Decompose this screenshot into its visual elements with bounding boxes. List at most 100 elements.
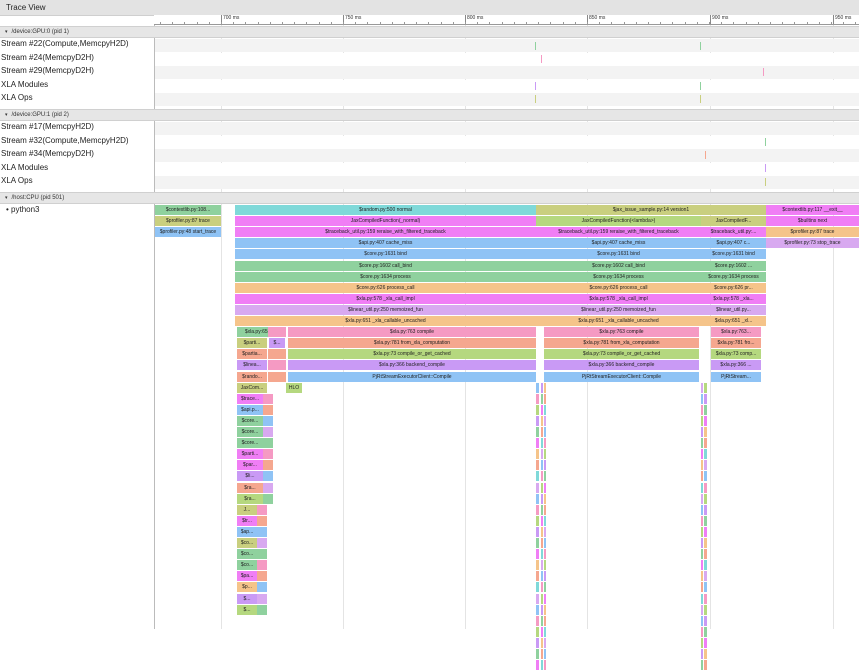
trace-event[interactable]: $parti... (237, 449, 263, 460)
trace-event-sliver[interactable] (701, 593, 703, 604)
gpu-event-mark[interactable] (700, 42, 701, 50)
trace-event[interactable]: HLO (286, 382, 302, 393)
trace-event[interactable]: $xla.py:73 comp... (711, 349, 761, 360)
trace-event-sliver[interactable] (704, 538, 707, 548)
trace-event-sliver[interactable] (536, 393, 539, 404)
trace-event-sliver[interactable] (536, 482, 539, 493)
trace-event-sliver[interactable] (701, 415, 703, 426)
gpu-event-mark[interactable] (765, 138, 766, 146)
trace-event[interactable]: $profiler.py:87 trace (155, 216, 221, 227)
trace-event[interactable]: $core.py:1634 process (235, 271, 536, 282)
trace-event[interactable]: $core.py:1602 ... (701, 260, 766, 271)
trace-event-sliver[interactable] (536, 549, 539, 560)
trace-event[interactable] (263, 415, 273, 426)
trace-event-sliver[interactable] (544, 460, 546, 471)
trace-event-sliver[interactable] (544, 649, 546, 659)
trace-event-sliver[interactable] (536, 460, 539, 471)
trace-event-sliver[interactable] (544, 504, 546, 515)
trace-event-sliver[interactable] (544, 615, 546, 626)
trace-event-sliver[interactable] (701, 438, 703, 449)
trace-event-sliver[interactable] (536, 382, 539, 393)
trace-event-sliver[interactable] (704, 549, 707, 560)
trace-event-sliver[interactable] (701, 660, 703, 670)
trace-event-sliver[interactable] (701, 393, 703, 404)
collapse-arrow-icon[interactable]: ▾ (5, 195, 8, 201)
trace-event[interactable]: $core.py:626 pr... (701, 282, 766, 293)
trace-event-sliver[interactable] (536, 449, 539, 460)
trace-event-sliver[interactable] (704, 660, 707, 670)
trace-event[interactable]: $contextlib.py:108... (155, 205, 221, 215)
trace-event-sliver[interactable] (541, 382, 543, 393)
trace-event-sliver[interactable] (544, 582, 546, 593)
trace-event-sliver[interactable] (701, 637, 703, 648)
trace-event[interactable] (257, 560, 267, 571)
collapse-arrow-icon[interactable]: ▾ (5, 29, 8, 35)
trace-event-sliver[interactable] (704, 504, 707, 515)
trace-event[interactable]: $core... (237, 438, 263, 449)
trace-event[interactable]: $xla.py:366 backend_compile (544, 360, 699, 371)
trace-event-sliver[interactable] (544, 449, 546, 460)
trace-event-sliver[interactable] (701, 382, 703, 393)
trace-event[interactable]: $random.py:500 normal (235, 205, 536, 215)
trace-event-sliver[interactable] (541, 626, 543, 637)
trace-event-sliver[interactable] (541, 415, 543, 426)
trace-event-sliver[interactable] (704, 615, 707, 626)
trace-event-sliver[interactable] (541, 427, 543, 437)
trace-event[interactable] (257, 504, 267, 515)
trace-event-sliver[interactable] (704, 526, 707, 537)
trace-event-sliver[interactable] (701, 449, 703, 460)
trace-event-sliver[interactable] (704, 427, 707, 437)
trace-event[interactable] (268, 327, 286, 338)
trace-event[interactable] (263, 438, 273, 449)
trace-event-sliver[interactable] (544, 549, 546, 560)
trace-event-sliver[interactable] (704, 604, 707, 615)
trace-event[interactable]: $core... (237, 415, 263, 426)
trace-event[interactable]: $linea... (237, 360, 267, 371)
trace-event[interactable]: $... (237, 604, 257, 615)
trace-event[interactable]: $rando... (237, 371, 267, 382)
trace-event-sliver[interactable] (536, 415, 539, 426)
trace-event[interactable]: $xla.py:651 _xla_callable_uncached (235, 316, 536, 326)
trace-event-sliver[interactable] (544, 471, 546, 482)
trace-event-sliver[interactable] (536, 660, 539, 670)
trace-event[interactable] (263, 404, 273, 415)
trace-event-sliver[interactable] (704, 415, 707, 426)
time-ruler[interactable]: 700 ms 750 ms 800 ms 850 ms 900 ms 950 ms (154, 15, 859, 25)
trace-event-sliver[interactable] (704, 393, 707, 404)
trace-event-sliver[interactable] (536, 571, 539, 582)
trace-event-sliver[interactable] (701, 615, 703, 626)
trace-event-sliver[interactable] (544, 493, 546, 504)
trace-event-sliver[interactable] (701, 571, 703, 582)
gpu-event-mark[interactable] (535, 82, 536, 90)
trace-event[interactable] (257, 604, 267, 615)
trace-event-sliver[interactable] (541, 438, 543, 449)
trace-event-sliver[interactable] (544, 427, 546, 437)
trace-event-sliver[interactable] (704, 460, 707, 471)
trace-event[interactable]: $core.py:1634 process (536, 271, 701, 282)
trace-event-sliver[interactable] (704, 560, 707, 571)
trace-event[interactable]: $api.py:407 cache_miss (235, 238, 536, 249)
trace-event-sliver[interactable] (544, 538, 546, 548)
trace-event[interactable]: $ra... (237, 493, 263, 504)
process-header[interactable]: ▾/device:GPU:1 (pid 2) (0, 109, 859, 121)
trace-event[interactable]: $jax_issue_sample.py:14 version1 (536, 205, 766, 215)
trace-event-sliver[interactable] (544, 415, 546, 426)
trace-event-sliver[interactable] (536, 427, 539, 437)
trace-event-sliver[interactable] (704, 582, 707, 593)
trace-event-sliver[interactable] (544, 593, 546, 604)
track-label[interactable]: Stream #32(Compute,MemcpyH2D) (1, 136, 129, 145)
trace-event-sliver[interactable] (536, 615, 539, 626)
gpu-event-mark[interactable] (763, 68, 764, 76)
trace-event-sliver[interactable] (701, 549, 703, 560)
trace-event-sliver[interactable] (541, 615, 543, 626)
trace-event-sliver[interactable] (541, 660, 543, 670)
trace-event-sliver[interactable] (536, 504, 539, 515)
trace-event[interactable] (257, 515, 267, 526)
trace-event[interactable]: $co... (237, 560, 257, 571)
trace-event-sliver[interactable] (536, 560, 539, 571)
trace-event[interactable]: $xla.py:763... (711, 327, 761, 338)
trace-event-sliver[interactable] (541, 393, 543, 404)
trace-event-sliver[interactable] (704, 449, 707, 460)
trace-event-sliver[interactable] (544, 604, 546, 615)
trace-event-sliver[interactable] (701, 604, 703, 615)
